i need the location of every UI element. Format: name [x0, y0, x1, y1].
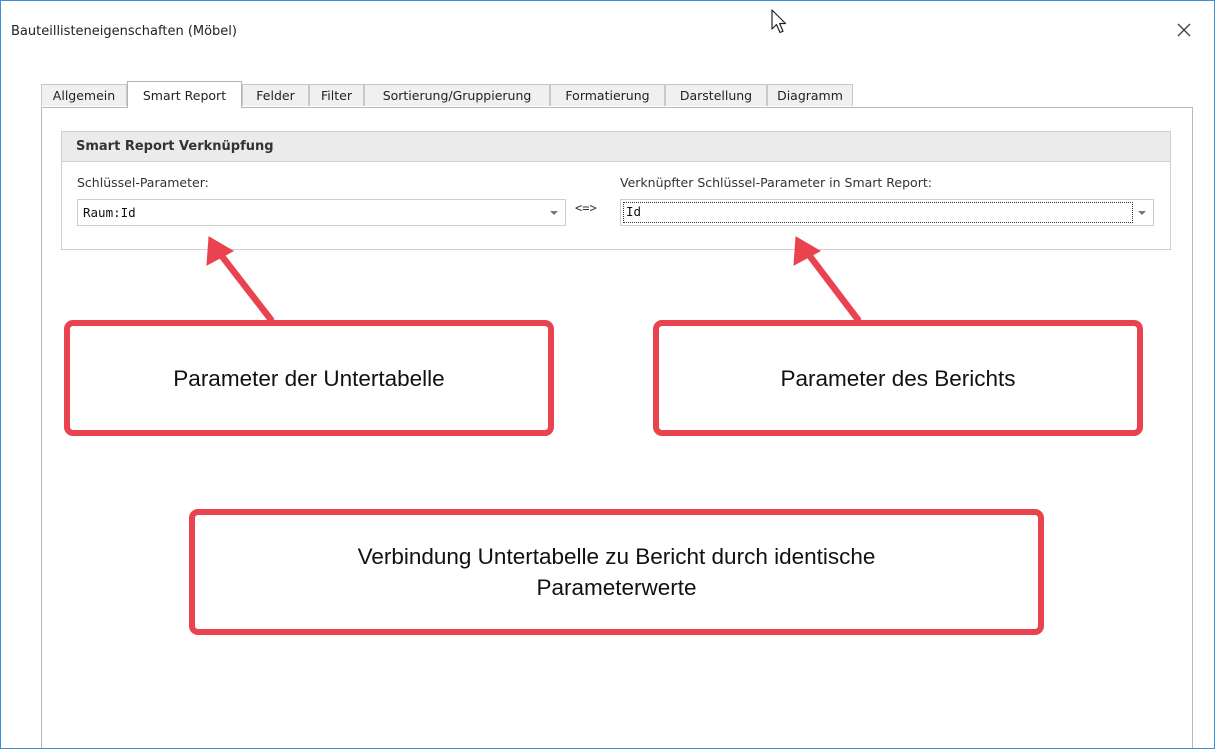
dialog-window: Bauteillisteneigenschaften (Möbel) Allge…	[0, 0, 1215, 749]
arrow-left-icon	[206, 236, 275, 323]
callout-verbindung: Verbindung Untertabelle zu Bericht durch…	[189, 509, 1044, 635]
callout-verbindung-line1: Verbindung Untertabelle zu Bericht durch…	[357, 544, 876, 569]
callout-bericht: Parameter des Berichts	[653, 320, 1143, 436]
callout-bericht-text: Parameter des Berichts	[780, 365, 1016, 391]
arrow-right-icon	[793, 236, 862, 323]
callout-verbindung-line2: Parameterwerte	[536, 575, 697, 600]
callout-untertabelle: Parameter der Untertabelle	[64, 320, 554, 436]
callout-untertabelle-text: Parameter der Untertabelle	[173, 365, 445, 391]
tab-smart-report[interactable]: Smart Report	[127, 81, 242, 108]
